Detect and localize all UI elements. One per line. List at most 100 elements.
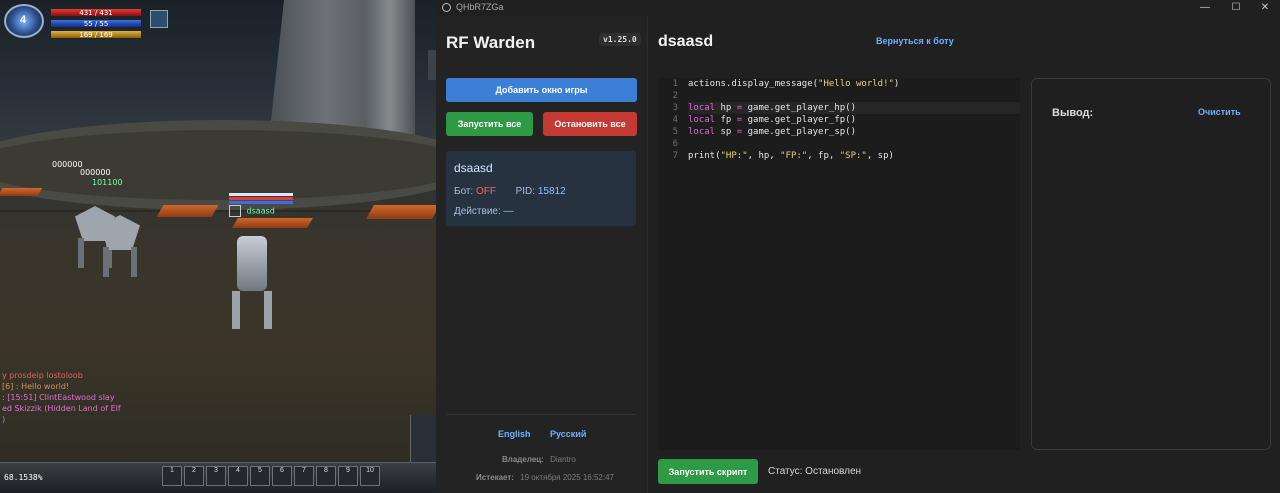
expires-label: Истекает: — [476, 473, 514, 482]
game-pillar — [365, 0, 415, 140]
chat-line: у prosdeip lostoloob — [2, 371, 83, 380]
chat-line: [6] : Hello world! — [2, 382, 70, 391]
owner-line: Владелец: Diantro — [502, 455, 576, 464]
mob-tag: 000000 — [52, 160, 83, 169]
code-line[interactable]: actions.display_message("Hello world!") — [688, 78, 1020, 90]
player-character[interactable] — [232, 236, 272, 329]
title-bar[interactable]: QHbR7ZGa — ☐ ✕ — [436, 0, 1280, 16]
bot-label: Бот: — [454, 186, 474, 197]
sp-bar: 169 / 169 — [50, 30, 142, 39]
close-icon[interactable]: ✕ — [1250, 0, 1280, 16]
script-status: Статус: Остановлен — [768, 466, 862, 477]
code-line[interactable]: print("HP:", hp, "FP:", fp, "SP:", sp) — [688, 150, 1020, 162]
output-panel: Вывод: Очистить — [1031, 78, 1271, 450]
hotbar-slot[interactable]: 9 — [338, 466, 358, 486]
exp-percent: 68.1538% — [4, 473, 43, 482]
minimize-icon[interactable]: — — [1190, 0, 1220, 16]
mob-tag: 000000 — [80, 168, 111, 177]
hotbar-slot[interactable]: 7 — [294, 466, 314, 486]
player-name: dsaasd — [246, 206, 275, 216]
enemy-mob[interactable] — [85, 205, 155, 277]
player-nameplate: dsaasd — [229, 193, 293, 217]
code-line[interactable]: ​ — [688, 90, 1020, 102]
hotbar-slot[interactable]: 4 — [228, 466, 248, 486]
line-number: 7 — [672, 151, 678, 161]
player-level: 4 — [20, 14, 27, 26]
app-window: QHbR7ZGa — ☐ ✕ RF Warden v1.25.0 Добавит… — [436, 0, 1280, 493]
owner-value: Diantro — [550, 455, 576, 464]
game-floor-light — [156, 205, 219, 217]
line-number: 2 — [672, 91, 678, 101]
hotbar-slot[interactable]: 6 — [272, 466, 292, 486]
window-title: QHbR7ZGa — [456, 2, 504, 12]
pid-label: PID: — [515, 186, 536, 197]
version-badge: v1.25.0 — [599, 33, 641, 46]
hotbar: 68.1538% 1 2 3 4 5 6 7 8 9 10 — [0, 462, 436, 493]
run-script-button[interactable]: Запустить скрипт — [658, 459, 758, 484]
stop-all-button[interactable]: Остановить все — [543, 112, 637, 136]
action-value: — — [503, 206, 514, 217]
buff-icon[interactable] — [150, 10, 168, 28]
hp-bar: 431 / 431 — [50, 8, 142, 17]
mob-tag: 101100 — [92, 178, 123, 187]
line-number: 5 — [672, 127, 678, 137]
guild-icon — [229, 205, 241, 217]
player-stat-bars: 431 / 431 55 / 55 169 / 169 — [50, 8, 142, 41]
code-editor[interactable]: 1 2 3 4 5 6 7 actions.display_message("H… — [658, 78, 1020, 450]
add-game-window-button[interactable]: Добавить окно игры — [446, 78, 637, 102]
pid-value: 15812 — [537, 186, 566, 197]
game-viewport[interactable]: 4 431 / 431 55 / 55 169 / 169 000000 000… — [0, 0, 436, 493]
mob-tag-value: 000000 — [80, 168, 111, 177]
bot-card[interactable]: dsaasd Бот: OFF PID: 15812 Действие: — — [446, 151, 636, 226]
line-number: 6 — [672, 139, 678, 149]
sidebar-divider — [446, 414, 636, 415]
side-tab[interactable] — [428, 50, 436, 80]
minimap[interactable] — [410, 415, 436, 465]
expires-value: 19 октября 2025 16:52:47 — [520, 473, 614, 482]
game-floor-light — [0, 188, 43, 196]
script-title: dsaasd — [658, 33, 714, 50]
line-number: 3 — [672, 103, 678, 113]
sidebar: RF Warden v1.25.0 Добавить окно игры Зап… — [436, 16, 648, 493]
hotbar-slot[interactable]: 5 — [250, 466, 270, 486]
game-floor-light — [365, 205, 436, 219]
lang-english-link[interactable]: English — [498, 429, 531, 439]
hotbar-slot[interactable]: 1 — [162, 466, 182, 486]
lang-russian-link[interactable]: Русский — [550, 429, 586, 439]
clear-output-link[interactable]: Очистить — [1198, 107, 1241, 117]
line-number: 4 — [672, 115, 678, 125]
bot-status-row: Бот: OFF PID: 15812 — [454, 186, 566, 197]
code-line[interactable]: local sp = game.get_player_sp() — [688, 126, 1020, 138]
line-number-gutter: 1 2 3 4 5 6 7 — [658, 78, 684, 450]
mob-tag-value: 000000 — [52, 160, 83, 169]
code-line[interactable]: ​ — [688, 138, 1020, 150]
chat-line: : [15:51] ClintEastwood slay — [2, 393, 115, 402]
chat-line: ) — [2, 415, 6, 424]
back-to-bot-link[interactable]: Вернуться к боту — [876, 36, 954, 46]
bot-action-row: Действие: — — [454, 206, 514, 217]
hotbar-slot[interactable]: 3 — [206, 466, 226, 486]
start-all-button[interactable]: Запустить все — [446, 112, 533, 136]
maximize-icon[interactable]: ☐ — [1221, 0, 1251, 16]
owner-label: Владелец: — [502, 455, 544, 464]
script-panel: dsaasd Вернуться к боту 1 2 3 4 5 6 7 ac… — [648, 16, 1280, 493]
chat-log[interactable]: у prosdeip lostoloob [6] : Hello world! … — [2, 370, 132, 425]
code-line[interactable]: local hp = game.get_player_hp() — [688, 102, 1020, 114]
mob-tag-value: 101100 — [92, 178, 123, 187]
expires-line: Истекает: 19 октября 2025 16:52:47 — [476, 473, 614, 482]
hotbar-slot[interactable]: 8 — [316, 466, 336, 486]
app-icon — [442, 3, 451, 12]
action-label: Действие: — [454, 206, 501, 217]
code-line[interactable]: local fp = game.get_player_fp() — [688, 114, 1020, 126]
line-number: 1 — [672, 79, 678, 89]
output-label: Вывод: — [1052, 107, 1094, 119]
game-floor-light — [232, 218, 313, 228]
code-text-area[interactable]: actions.display_message("Hello world!")​… — [688, 78, 1020, 162]
bot-card-name: dsaasd — [454, 161, 493, 175]
hotbar-slot[interactable]: 2 — [184, 466, 204, 486]
hotbar-slot[interactable]: 10 — [360, 466, 380, 486]
bot-state: OFF — [476, 186, 497, 197]
fp-bar: 55 / 55 — [50, 19, 142, 28]
app-brand: RF Warden — [446, 33, 536, 52]
chat-line: ed Skizzik (Hidden Land of Elf — [2, 404, 121, 413]
